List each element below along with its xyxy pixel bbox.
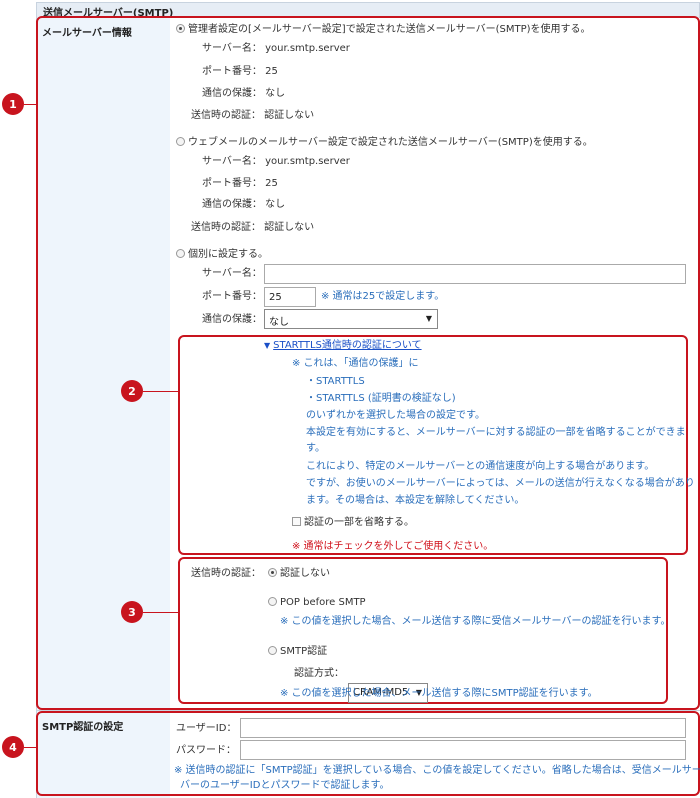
annotation-badge-3: 3 (121, 601, 143, 623)
starttls-warning: ※ 通常はチェックを外してご使用ください。 (292, 541, 494, 552)
option-custom-label: 個別に設定する。 (188, 249, 268, 260)
starttls-line-0: ※ これは、「通信の保護」に (292, 358, 419, 369)
option-admin-label: 管理者設定の[メールサーバー設定]で設定された送信メールサーバー(SMTP)を使… (188, 24, 591, 35)
radio-custom[interactable] (176, 249, 185, 258)
starttls-line-6: これにより、特定のメールサーバーとの通信速度が向上する場合があります。 (306, 461, 655, 472)
auth-smtp-option[interactable]: SMTP認証 (268, 646, 327, 658)
starttls-toggle[interactable]: ▼ STARTTLS通信時の認証について (264, 340, 422, 352)
webmail-server: サーバー名： your.smtp.server (202, 156, 350, 167)
skip-auth-option[interactable]: 認証の一部を省略する。 (292, 517, 414, 529)
auth-pop-label: POP before SMTP (280, 597, 366, 608)
auth-none-label: 認証しない (280, 568, 330, 579)
skip-auth-checkbox[interactable] (292, 517, 301, 526)
starttls-line-4: 本設定を有効にすると、メールサーバーに対する認証の一部を省略することができま (306, 427, 686, 438)
starttls-line-3: のいずれかを選択した場合の設定です。 (306, 410, 485, 421)
annotation-badge-4: 4 (2, 736, 24, 758)
user-id-input[interactable] (240, 718, 686, 738)
port-input[interactable] (264, 287, 316, 307)
auth-pop-option[interactable]: POP before SMTP (268, 597, 366, 609)
custom-server-label: サーバー名： (202, 268, 262, 279)
starttls-line-5: す。 (306, 443, 325, 454)
webmail-auth: 送信時の認証： 認証しない (191, 222, 315, 233)
auth-none-option[interactable]: 認証しない (268, 568, 330, 580)
annotation-connector-2 (143, 391, 179, 392)
option-admin[interactable]: 管理者設定の[メールサーバー設定]で設定された送信メールサーバー(SMTP)を使… (176, 24, 591, 36)
custom-security-label: 通信の保護： (202, 314, 262, 325)
admin-server: サーバー名： your.smtp.server (202, 43, 350, 54)
radio-auth-smtp[interactable] (268, 646, 277, 655)
option-webmail-label: ウェブメールのメールサーバー設定で設定された送信メールサーバー(SMTP)を使用… (188, 137, 593, 148)
webmail-security: 通信の保護： なし (202, 199, 286, 210)
port-note: ※ 通常は25で設定します。 (321, 291, 445, 302)
annotation-box-2 (178, 335, 688, 555)
auth-pop-note: ※ この値を選択した場合、メール送信する際に受信メールサーバーの認証を行います。 (280, 616, 671, 627)
starttls-link[interactable]: STARTTLS通信時の認証について (273, 340, 421, 351)
smtp-auth-note-2: バーのユーザーIDとパスワードで認証します。 (180, 780, 390, 791)
starttls-line-2: ・STARTTLS (証明書の検証なし) (306, 393, 456, 404)
skip-auth-label: 認証の一部を省略する。 (304, 517, 414, 528)
admin-security: 通信の保護： なし (202, 88, 286, 99)
annotation-connector-1 (24, 104, 37, 105)
auth-method-label: 認証方式： (294, 668, 344, 679)
admin-port: ポート番号： 25 (202, 66, 278, 77)
starttls-line-7: ですが、お使いのメールサーバーによっては、メールの送信が行えなくなる場合があり (306, 478, 695, 489)
radio-auth-none[interactable] (268, 568, 277, 577)
auth-label: 送信時の認証： (191, 568, 261, 579)
option-custom[interactable]: 個別に設定する。 (176, 249, 268, 261)
radio-auth-pop[interactable] (268, 597, 277, 606)
smtp-auth-note-1: ※ 送信時の認証に「SMTP認証」を選択している場合、この値を設定してください。… (174, 765, 700, 776)
annotation-connector-3 (143, 612, 179, 613)
auth-smtp-note: ※ この値を選択した場合、メール送信する際にSMTP認証を行います。 (280, 688, 598, 699)
custom-port-label: ポート番号： (202, 291, 262, 302)
starttls-line-8: ます。その場合は、本設定を解除してください。 (306, 495, 525, 506)
password-input[interactable] (240, 740, 686, 760)
webmail-port: ポート番号： 25 (202, 178, 278, 189)
annotation-connector-4 (24, 747, 37, 748)
password-label: パスワード： (176, 745, 236, 756)
annotation-badge-2: 2 (121, 380, 143, 402)
annotation-badge-1: 1 (2, 93, 24, 115)
radio-webmail[interactable] (176, 137, 185, 146)
security-select[interactable]: なし ▼ (264, 309, 438, 329)
admin-auth: 送信時の認証： 認証しない (191, 110, 315, 121)
security-select-value: なし (269, 317, 289, 328)
user-id-label: ユーザーID： (176, 723, 237, 734)
option-webmail[interactable]: ウェブメールのメールサーバー設定で設定された送信メールサーバー(SMTP)を使用… (176, 137, 593, 149)
radio-admin[interactable] (176, 24, 185, 33)
auth-smtp-label: SMTP認証 (280, 646, 328, 657)
starttls-line-1: ・STARTTLS (306, 376, 365, 387)
server-name-input[interactable] (264, 264, 686, 284)
caret-down-icon: ▼ (264, 341, 271, 350)
chevron-down-icon: ▼ (425, 314, 432, 323)
